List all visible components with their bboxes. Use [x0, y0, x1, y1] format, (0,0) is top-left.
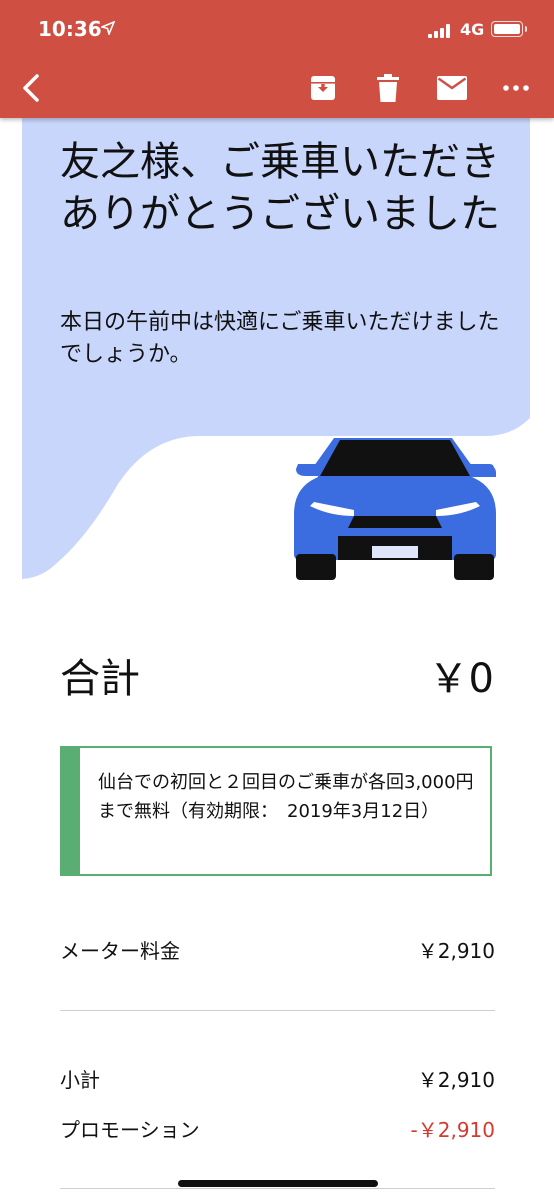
promotion-notice-box: 仙台での初回と２回目のご乗車が各回3,000円まで無料（有効期限： 2019年3… — [60, 746, 492, 876]
meter-fare-value: ￥2,910 — [417, 939, 495, 963]
status-time: 10:36 — [38, 17, 102, 41]
network-type: 4G — [460, 20, 485, 39]
more-options-button[interactable] — [502, 70, 530, 106]
subtotal-label: 小計 — [60, 1068, 100, 1092]
archive-button[interactable] — [308, 70, 338, 106]
back-button[interactable] — [18, 70, 44, 106]
trash-icon — [377, 74, 399, 102]
divider — [60, 1010, 495, 1011]
greeting-subtitle: 本日の午前中は快適にご乗車いただけましたでしょうか。 — [60, 310, 500, 367]
promotion-row: プロモーション -￥2,910 — [60, 1114, 495, 1143]
more-icon — [503, 85, 529, 91]
subtotal-row: 小計 ￥2,910 — [60, 1064, 495, 1093]
mail-icon — [437, 76, 467, 100]
battery-icon — [491, 21, 527, 37]
subtotal-value: ￥2,910 — [417, 1068, 495, 1092]
promotion-notice-text: 仙台での初回と２回目のご乗車が各回3,000円まで無料（有効期限： 2019年3… — [98, 772, 474, 822]
chevron-left-icon — [23, 74, 39, 102]
signal-icon — [428, 24, 454, 38]
home-indicator[interactable] — [178, 1180, 378, 1187]
meter-fare-label: メーター料金 — [60, 939, 180, 963]
promotion-value: -￥2,910 — [410, 1118, 495, 1142]
delete-button[interactable] — [374, 70, 402, 106]
meter-fare-row: メーター料金 ￥2,910 — [60, 935, 495, 964]
promotion-label: プロモーション — [60, 1118, 200, 1142]
divider — [60, 1188, 495, 1189]
mark-unread-button[interactable] — [436, 70, 468, 106]
app-bar: 10:36 4G — [0, 0, 554, 118]
archive-icon — [311, 76, 335, 100]
car-icon — [294, 438, 496, 580]
greeting-title: 友之様、ご乗車いただきありがとうございました — [60, 139, 500, 237]
total-amount: ￥0 — [428, 656, 494, 702]
location-arrow-icon — [99, 20, 116, 39]
total-label: 合計 — [60, 656, 140, 702]
